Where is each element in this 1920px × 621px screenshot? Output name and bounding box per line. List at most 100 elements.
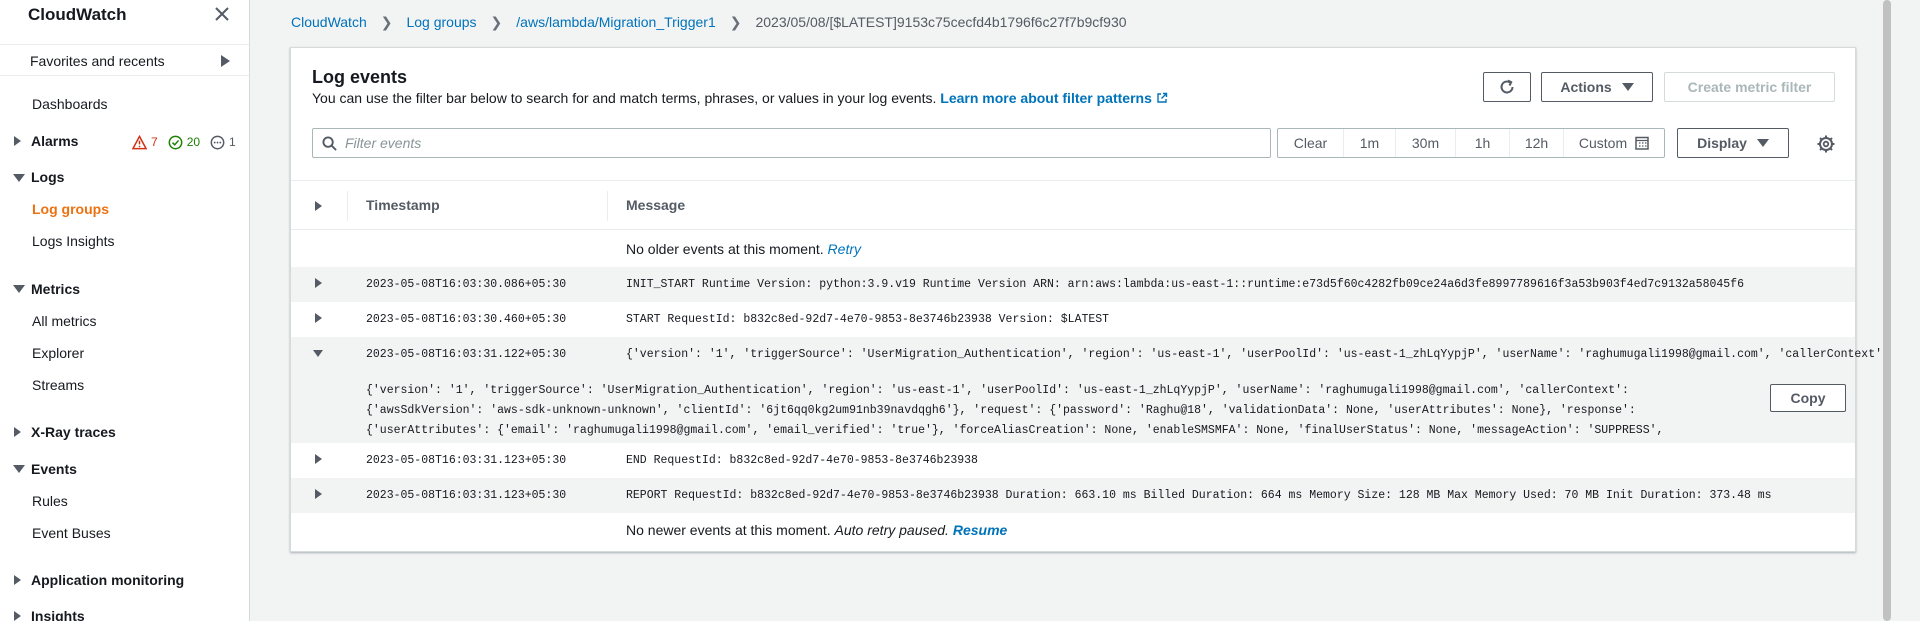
create-metric-filter-button[interactable]: Create metric filter bbox=[1664, 72, 1835, 102]
sidebar-item-explorer[interactable]: Explorer bbox=[32, 345, 84, 361]
filter-events-input[interactable] bbox=[345, 129, 1255, 157]
column-header-message[interactable]: Message bbox=[626, 197, 685, 213]
row-timestamp: 2023-05-08T16:03:30.086+05:30 bbox=[366, 278, 567, 291]
column-header-timestamp[interactable]: Timestamp bbox=[366, 197, 440, 213]
search-icon bbox=[322, 136, 337, 151]
table-row[interactable]: 2023-05-08T16:03:31.123+05:30 END Reques… bbox=[291, 443, 1855, 478]
panel-description: You can use the filter bar below to sear… bbox=[312, 90, 1168, 106]
breadcrumb: CloudWatch ❯ Log groups ❯ /aws/lambda/Mi… bbox=[291, 13, 1127, 31]
sidebar-item-dashboards[interactable]: Dashboards bbox=[32, 96, 108, 112]
sidebar-item-xray[interactable]: X-Ray traces bbox=[31, 424, 116, 440]
sidebar-item-streams[interactable]: Streams bbox=[32, 377, 84, 393]
resume-link[interactable]: Resume bbox=[953, 522, 1007, 538]
row-message: INIT_START Runtime Version: python:3.9.v… bbox=[626, 278, 1744, 291]
no-older-text: No older events at this moment. bbox=[626, 241, 824, 257]
breadcrumb-log-stream: 2023/05/08/[$LATEST]9153c75cecfd4b1796f6… bbox=[755, 14, 1127, 30]
auto-retry-text: Auto retry paused. bbox=[834, 522, 949, 538]
alarm-count-in-alarm: 7 bbox=[151, 135, 158, 149]
expanded-row-detail: {'version': '1', 'triggerSource': 'UserM… bbox=[291, 373, 1855, 457]
sidebar-item-events[interactable]: Events bbox=[31, 461, 77, 477]
row-timestamp: 2023-05-08T16:03:31.123+05:30 bbox=[366, 454, 567, 467]
favorites-and-recents[interactable]: Favorites and recents bbox=[0, 44, 249, 76]
caret-down-icon[interactable] bbox=[13, 174, 25, 182]
sidebar-item-rules[interactable]: Rules bbox=[32, 493, 68, 509]
sidebar-item-metrics[interactable]: Metrics bbox=[31, 281, 80, 297]
actions-label: Actions bbox=[1560, 79, 1612, 95]
table-row[interactable]: 2023-05-08T16:03:30.086+05:30 INIT_START… bbox=[291, 267, 1855, 302]
sidebar-item-all-metrics[interactable]: All metrics bbox=[32, 313, 97, 329]
sidebar-item-logs[interactable]: Logs bbox=[31, 169, 64, 185]
caret-down-icon[interactable] bbox=[13, 465, 25, 473]
alarm-count-ok: 20 bbox=[186, 135, 201, 149]
caret-right-icon[interactable] bbox=[14, 611, 21, 621]
panel-title: Log events bbox=[312, 67, 408, 87]
row-message: {'version': '1', 'triggerSource': 'UserM… bbox=[626, 348, 1889, 361]
display-button[interactable]: Display bbox=[1677, 128, 1789, 158]
warning-icon bbox=[132, 134, 147, 149]
alarm-badges[interactable]: 7 20 1 bbox=[132, 134, 246, 150]
favorites-label: Favorites and recents bbox=[30, 53, 165, 69]
time-12h[interactable]: 12h bbox=[1510, 129, 1564, 157]
actions-button[interactable]: Actions bbox=[1541, 72, 1653, 102]
row-timestamp: 2023-05-08T16:03:31.123+05:30 bbox=[366, 489, 567, 502]
sidebar-item-application-monitoring[interactable]: Application monitoring bbox=[31, 572, 184, 588]
column-divider bbox=[607, 191, 608, 221]
no-newer-events-note: No newer events at this moment. Auto ret… bbox=[626, 522, 1007, 538]
breadcrumb-cloudwatch[interactable]: CloudWatch bbox=[291, 14, 367, 30]
retry-link[interactable]: Retry bbox=[828, 241, 861, 257]
expand-row-icon[interactable] bbox=[315, 489, 322, 499]
caret-down-icon[interactable] bbox=[13, 285, 25, 293]
table-row[interactable]: 2023-05-08T16:03:31.122+05:30 {'version'… bbox=[291, 337, 1889, 373]
row-message: REPORT RequestId: b832c8ed-92d7-4e70-985… bbox=[626, 489, 1772, 502]
no-newer-events-row: No newer events at this moment. Auto ret… bbox=[291, 513, 1855, 549]
caret-right-icon bbox=[221, 55, 230, 67]
copy-button[interactable]: Copy bbox=[1770, 384, 1846, 412]
table-row[interactable]: 2023-05-08T16:03:30.460+05:30 START Requ… bbox=[291, 302, 1855, 337]
caret-down-icon bbox=[1756, 139, 1769, 147]
time-custom[interactable]: Custom bbox=[1564, 129, 1664, 157]
filter-events-field[interactable] bbox=[312, 128, 1271, 158]
sidebar-item-insights[interactable]: Insights bbox=[31, 608, 85, 621]
log-events-panel: Log events You can use the filter bar be… bbox=[290, 47, 1889, 552]
caret-right-icon[interactable] bbox=[14, 575, 21, 585]
caret-right-icon[interactable] bbox=[14, 136, 21, 146]
gear-icon[interactable] bbox=[1816, 134, 1836, 154]
row-message: START RequestId: b832c8ed-92d7-4e70-9853… bbox=[626, 313, 1110, 326]
expand-row-icon[interactable] bbox=[315, 278, 322, 288]
sidebar: CloudWatch Favorites and recents Dashboa… bbox=[0, 0, 250, 621]
breadcrumb-log-group[interactable]: /aws/lambda/Migration_Trigger1 bbox=[516, 14, 715, 30]
no-older-events-row: No older events at this moment. Retry bbox=[291, 231, 1855, 267]
chevron-right-icon: ❯ bbox=[490, 13, 503, 30]
refresh-icon bbox=[1500, 79, 1514, 94]
expand-row-icon[interactable] bbox=[315, 454, 322, 464]
time-1h[interactable]: 1h bbox=[1456, 129, 1510, 157]
sidebar-item-alarms[interactable]: Alarms bbox=[31, 133, 78, 149]
close-icon[interactable] bbox=[212, 4, 232, 24]
expand-all-icon[interactable] bbox=[315, 201, 322, 211]
row-timestamp: 2023-05-08T16:03:31.122+05:30 bbox=[366, 348, 567, 361]
sidebar-item-event-buses[interactable]: Event Buses bbox=[32, 525, 111, 541]
time-custom-label: Custom bbox=[1578, 135, 1628, 151]
sidebar-title: CloudWatch bbox=[28, 5, 127, 24]
expand-row-icon[interactable] bbox=[315, 313, 322, 323]
time-1m[interactable]: 1m bbox=[1344, 129, 1396, 157]
calendar-icon bbox=[1635, 136, 1649, 150]
caret-right-icon[interactable] bbox=[14, 427, 21, 437]
table-row[interactable]: 2023-05-08T16:03:31.123+05:30 REPORT Req… bbox=[291, 478, 1855, 513]
chevron-right-icon: ❯ bbox=[729, 13, 742, 30]
scrollbar-thumb[interactable] bbox=[1883, 0, 1891, 621]
display-label: Display bbox=[1697, 135, 1747, 151]
table-header: Timestamp Message bbox=[291, 180, 1855, 230]
breadcrumb-log-groups[interactable]: Log groups bbox=[406, 14, 476, 30]
collapse-row-icon[interactable] bbox=[313, 350, 323, 357]
sidebar-item-logs-insights[interactable]: Logs Insights bbox=[32, 233, 115, 249]
time-30m[interactable]: 30m bbox=[1396, 129, 1456, 157]
no-newer-text: No newer events at this moment. bbox=[626, 522, 831, 538]
column-divider bbox=[347, 191, 348, 221]
sidebar-item-log-groups[interactable]: Log groups bbox=[32, 201, 109, 217]
learn-more-link[interactable]: Learn more about filter patterns bbox=[940, 90, 1168, 106]
check-circle-icon bbox=[168, 135, 183, 149]
time-clear[interactable]: Clear bbox=[1278, 129, 1344, 157]
refresh-button[interactable] bbox=[1483, 72, 1531, 102]
row-message: END RequestId: b832c8ed-92d7-4e70-9853-8… bbox=[626, 454, 978, 467]
